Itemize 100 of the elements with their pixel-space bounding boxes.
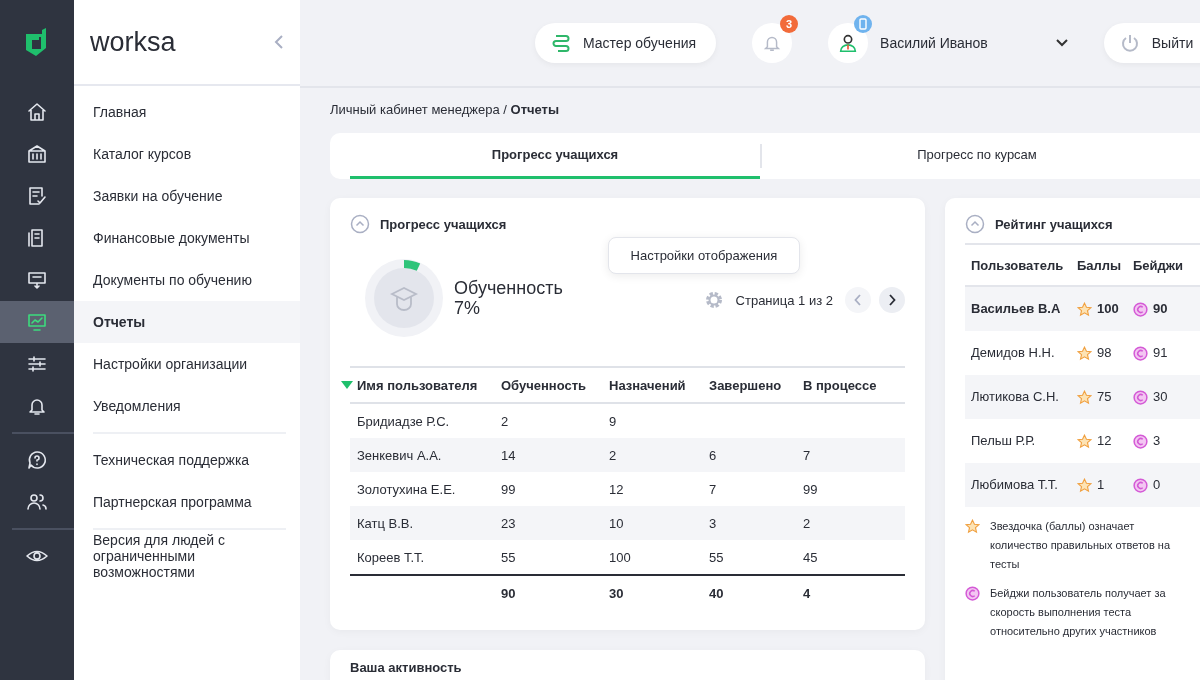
- user-avatar[interactable]: [828, 23, 869, 63]
- badges-count: 90: [1153, 300, 1168, 318]
- table-cell: 55: [709, 549, 724, 565]
- badge-icon: [965, 586, 980, 601]
- tab[interactable]: Прогресс учащихся: [350, 133, 760, 179]
- notebook-icon: [854, 15, 873, 33]
- nav-item[interactable]: Финансовые документы: [93, 230, 250, 246]
- chevron-down-icon: [1055, 39, 1068, 47]
- user-name: Пельш Р.Р.: [971, 432, 1037, 450]
- user-menu-button[interactable]: Василий Иванов: [880, 35, 1068, 51]
- nav-item[interactable]: Техническая поддержка: [93, 452, 250, 468]
- table-cell: 7: [709, 481, 717, 497]
- building-icon[interactable]: [25, 142, 49, 166]
- column-header[interactable]: Назначений: [609, 377, 686, 393]
- table-cell: 7: [803, 447, 811, 463]
- points: 75: [1097, 388, 1112, 406]
- total-cell: 90: [501, 585, 516, 601]
- summary-value: 7%: [454, 298, 481, 318]
- badge-icon: [1133, 433, 1148, 449]
- table-cell: Зенкевич А.А.: [357, 447, 442, 463]
- table-cell: 99: [501, 481, 516, 497]
- tab[interactable]: Прогресс по курсам: [762, 133, 1192, 179]
- table-cell: 2: [803, 515, 811, 531]
- page-info: Страница 1 из 2: [735, 292, 833, 308]
- star-icon: [1077, 477, 1092, 493]
- user-name: Демидов Н.Н.: [971, 344, 1056, 362]
- star-icon: [1077, 389, 1092, 405]
- nav-item[interactable]: Каталог курсов: [93, 146, 192, 162]
- tooltip: Настройки отображения: [607, 237, 801, 274]
- total-cell: 40: [709, 585, 724, 601]
- table-cell: 45: [803, 549, 818, 565]
- table-cell: 9: [609, 413, 617, 429]
- badge-icon: [1133, 345, 1148, 361]
- badges-count: 30: [1153, 388, 1168, 406]
- nav-item[interactable]: Уведомления: [93, 398, 181, 414]
- column-header: Бейджи: [1133, 257, 1185, 273]
- column-header[interactable]: Завершено: [709, 377, 782, 393]
- column-header[interactable]: Имя пользователя: [341, 377, 478, 393]
- breadcrumb: Личный кабинет менеджера / Отчеты: [330, 102, 561, 117]
- card-title: Рейтинг учащихся: [995, 216, 1113, 232]
- power-icon: [1119, 33, 1140, 53]
- table-cell: 55: [501, 549, 516, 565]
- wizard-button[interactable]: Мастер обучения: [535, 23, 717, 63]
- badges-count: 3: [1153, 432, 1161, 450]
- nav-item[interactable]: Настройки организации: [93, 356, 248, 372]
- nav-item[interactable]: Документы по обучению: [93, 272, 252, 288]
- table-cell: 12: [609, 481, 624, 497]
- card-title: Ваша активность: [350, 660, 462, 675]
- table-cell: Золотухина Е.Е.: [357, 481, 456, 497]
- table-cell: 2: [609, 447, 617, 463]
- home-icon[interactable]: [25, 100, 49, 124]
- points: 98: [1097, 344, 1112, 362]
- column-header: Баллы: [1077, 257, 1123, 273]
- chevron-right-icon: [888, 294, 896, 306]
- help-icon[interactable]: [25, 448, 49, 472]
- legend-text: Бейджи пользователь получает за скорость выполнения теста относительно других участников: [990, 586, 1167, 639]
- notification-count: 3: [780, 15, 799, 33]
- next-page-button[interactable]: [879, 287, 905, 313]
- badges-count: 0: [1153, 476, 1161, 494]
- points: 100: [1097, 300, 1119, 318]
- table-cell: 10: [609, 515, 624, 531]
- points: 1: [1097, 476, 1105, 494]
- table-cell: 3: [709, 515, 717, 531]
- table-cell: 14: [501, 447, 516, 463]
- logout-button[interactable]: Выйти: [1103, 23, 1200, 63]
- user-name: Любимова Т.Т.: [971, 476, 1059, 494]
- nav-item[interactable]: Отчеты: [93, 314, 146, 330]
- route-icon: [551, 33, 571, 53]
- table-cell: Кореев Т.Т.: [357, 549, 425, 565]
- card-title: Прогресс учащихся: [380, 216, 507, 232]
- legend-text: Звездочка (баллы) означает количество правильных ответов на тесты: [990, 519, 1172, 572]
- table-cell: 23: [501, 515, 516, 531]
- star-icon: [1077, 301, 1092, 317]
- nav-item[interactable]: Версия для людей с ограниченными возможностями: [93, 532, 286, 580]
- points: 12: [1097, 432, 1112, 450]
- table-cell: 99: [803, 481, 818, 497]
- total-cell: 4: [803, 585, 811, 601]
- nav-item[interactable]: Заявки на обучение: [93, 188, 223, 204]
- badge-icon: [1133, 301, 1148, 317]
- star-icon: [1077, 345, 1092, 361]
- table-cell: 2: [501, 413, 509, 429]
- column-header[interactable]: В процессе: [803, 377, 877, 393]
- badge-icon: [1133, 389, 1148, 405]
- brand-name: worksa: [90, 26, 176, 58]
- table-cell: 100: [609, 549, 631, 565]
- total-cell: 30: [609, 585, 624, 601]
- summary-label: Обученность: [454, 278, 563, 298]
- nav-item[interactable]: Партнерская программа: [93, 494, 252, 510]
- sort-icon: [341, 381, 353, 390]
- user-name: Васильев В.А: [971, 300, 1062, 318]
- chevron-left-icon: [854, 294, 862, 306]
- table-cell: 6: [709, 447, 717, 463]
- user-name: Лютикова С.Н.: [971, 388, 1060, 406]
- star-icon: [1077, 433, 1092, 449]
- column-header: Пользователь: [971, 257, 1065, 273]
- table-cell: Бридиадзе Р.С.: [357, 413, 450, 429]
- badge-icon: [1133, 477, 1148, 493]
- badges-count: 91: [1153, 344, 1168, 362]
- column-header[interactable]: Обученность: [501, 377, 587, 393]
- nav-item[interactable]: Главная: [93, 104, 147, 120]
